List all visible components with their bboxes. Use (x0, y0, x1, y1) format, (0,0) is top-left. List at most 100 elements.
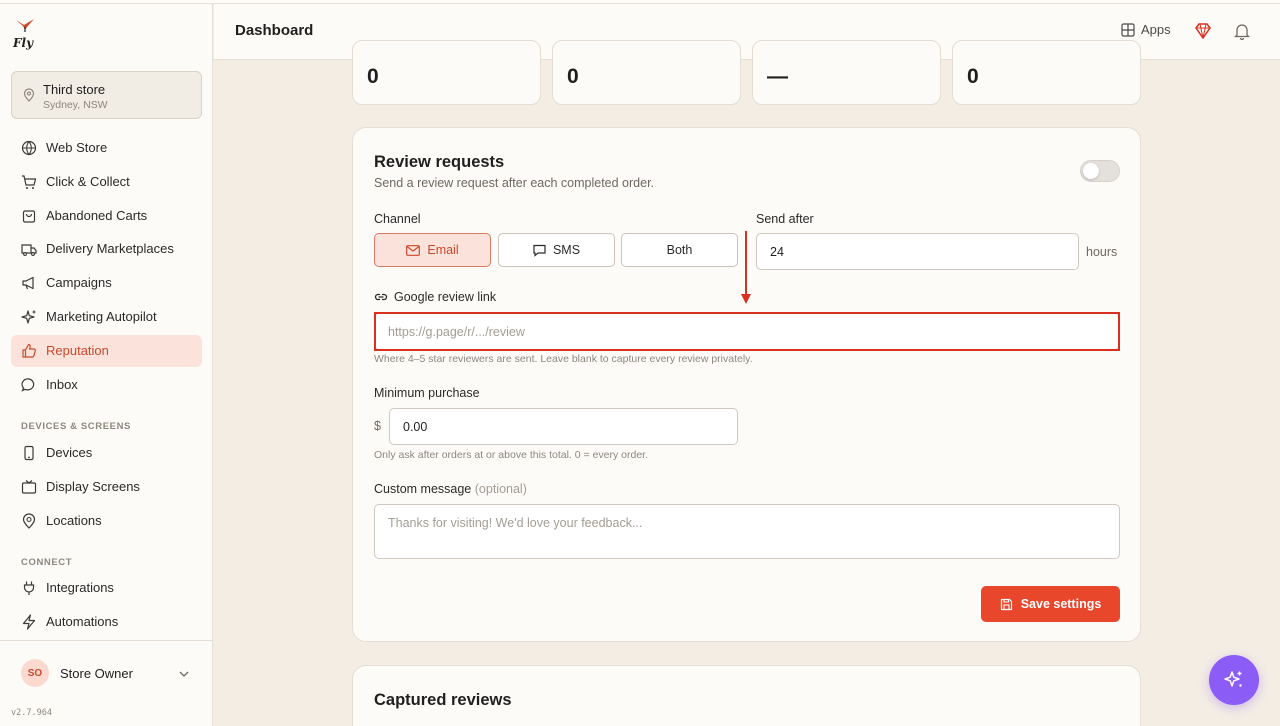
megaphone-icon (22, 277, 34, 290)
chat-icon (21, 377, 35, 392)
sidebar-item-label: Inbox (46, 376, 78, 392)
plug-icon (23, 581, 35, 595)
section-devices-label: DEVICES & SCREENS (21, 421, 131, 432)
channel-both-button[interactable]: Both (621, 233, 738, 267)
sidebar-item-label: Devices (46, 445, 93, 460)
channel-sms-button[interactable]: SMS (498, 233, 615, 267)
sidebar-item-label: Automations (46, 613, 119, 629)
stat-value: 0 (967, 65, 979, 88)
minimum-purchase-input[interactable]: 0.00 (389, 408, 738, 445)
cart-icon (22, 175, 37, 189)
sidebar-item-integrations[interactable]: Integrations (11, 572, 202, 604)
save-settings-button[interactable]: Save settings (981, 586, 1120, 622)
channel-email-button[interactable]: Email (374, 233, 491, 267)
sidebar-item-delivery-marketplaces[interactable]: Delivery Marketplaces (11, 233, 202, 265)
basket-icon (22, 209, 36, 223)
minimum-purchase-hint: Only ask after orders at or above this t… (374, 449, 649, 461)
sparkle-icon (21, 310, 36, 324)
sidebar-item-label: Delivery Marketplaces (46, 241, 174, 257)
sidebar-item-label: Click & Collect (46, 173, 130, 189)
apps-label: Apps (1141, 22, 1171, 37)
phone-icon (24, 445, 34, 461)
sidebar-item-web-store[interactable]: Web Store (11, 132, 202, 164)
message-icon (533, 244, 546, 257)
thumbs-up-icon (22, 343, 36, 358)
map-pin-icon (22, 513, 36, 529)
sidebar-item-automations[interactable]: Automations (11, 606, 202, 638)
user-name: Store Owner (60, 666, 133, 681)
stat-value: 0 (367, 65, 379, 88)
apps-button[interactable]: Apps (1121, 22, 1171, 37)
chevron-down-icon (179, 671, 189, 677)
review-requests-card: Review requests Send a review request af… (352, 127, 1141, 642)
sidebar-item-label: Abandoned Carts (46, 207, 148, 223)
sidebar-item-abandoned-carts[interactable]: Abandoned Carts (11, 200, 202, 232)
sidebar-item-locations[interactable]: Locations (11, 505, 202, 537)
gem-icon[interactable] (1194, 22, 1212, 40)
sidebar-item-label: Integrations (46, 580, 114, 595)
tv-icon (21, 479, 37, 494)
fly-logo[interactable]: Fly (12, 16, 38, 50)
sidebar-item-display-screens[interactable]: Display Screens (11, 471, 202, 503)
sparkle-icon (1224, 671, 1242, 687)
sidebar-item-label: Campaigns (46, 275, 112, 291)
mail-icon (406, 244, 421, 256)
sidebar-item-reputation[interactable]: Reputation (11, 334, 202, 367)
sidebar-item-label: Reputation (46, 342, 109, 358)
stat-card: 0 (952, 40, 1141, 105)
optional-tag: (optional) (474, 482, 527, 496)
sidebar-item-devices[interactable]: Devices (11, 437, 202, 469)
bell-icon[interactable] (1234, 22, 1250, 40)
channel-label: Channel (374, 212, 421, 226)
app-version: v2.7.964 (11, 708, 52, 718)
stat-value: 0 (567, 65, 579, 88)
channel-email-label: Email (427, 243, 459, 257)
sidebar-item-label: Web Store (46, 140, 108, 155)
ai-assistant-button[interactable] (1209, 655, 1259, 705)
captured-reviews-title: Captured reviews (374, 691, 512, 709)
stat-value: — (767, 65, 788, 88)
google-review-hint: Where 4–5 star reviewers are sent. Leave… (374, 353, 753, 365)
globe-icon (21, 140, 37, 156)
channel-sms-label: SMS (552, 243, 581, 257)
save-icon (1000, 598, 1012, 610)
custom-message-label-row: Custom message (optional) (374, 482, 527, 496)
send-after-label: Send after (756, 212, 814, 226)
sidebar: Fly Third store Sydney, NSW Web Store Cli… (0, 4, 213, 726)
sidebar-item-label: Marketing Autopilot (46, 309, 157, 324)
review-requests-toggle[interactable] (1080, 160, 1120, 182)
sidebar-item-campaigns[interactable]: Campaigns (11, 267, 202, 299)
minimum-purchase-label: Minimum purchase (374, 386, 480, 400)
store-selector[interactable]: Third store Sydney, NSW (11, 71, 202, 119)
review-requests-subtitle: Send a review request after each complet… (374, 176, 655, 190)
channel-both-label: Both (666, 243, 693, 257)
svg-text:Fly: Fly (12, 36, 34, 50)
store-location: Sydney, NSW (43, 99, 108, 111)
stat-card: 0 (352, 40, 541, 105)
stat-card: 0 (552, 40, 741, 105)
store-name: Third store (43, 82, 106, 97)
annotation-arrow (741, 231, 751, 304)
google-review-label-row: Google review link (374, 290, 496, 304)
map-pin-icon (23, 88, 35, 102)
hours-unit-label: hours (1086, 245, 1118, 259)
currency-symbol: $ (374, 419, 381, 433)
sidebar-item-click-collect[interactable]: Click & Collect (11, 166, 202, 198)
google-review-label: Google review link (394, 290, 497, 304)
sidebar-item-inbox[interactable]: Inbox (11, 369, 202, 401)
user-menu[interactable]: SO Store Owner v2.7.964 (0, 640, 213, 726)
save-settings-label: Save settings (1020, 597, 1102, 611)
avatar: SO (21, 659, 49, 687)
annotation-highlight-box (374, 312, 1120, 351)
sidebar-item-marketing-autopilot[interactable]: Marketing Autopilot (11, 301, 202, 333)
custom-message-textarea[interactable]: Thanks for visiting! We'd love your feed… (374, 504, 1120, 559)
send-after-input[interactable]: 24 (756, 233, 1079, 270)
custom-message-label: Custom message (374, 482, 472, 496)
bolt-icon (22, 614, 36, 630)
sidebar-item-label: Locations (46, 512, 102, 528)
captured-reviews-card: Captured reviews (352, 665, 1141, 726)
grid-icon (1121, 22, 1135, 37)
review-requests-title: Review requests (374, 153, 505, 171)
page-title: Dashboard (235, 22, 314, 39)
stat-card: — (752, 40, 941, 105)
